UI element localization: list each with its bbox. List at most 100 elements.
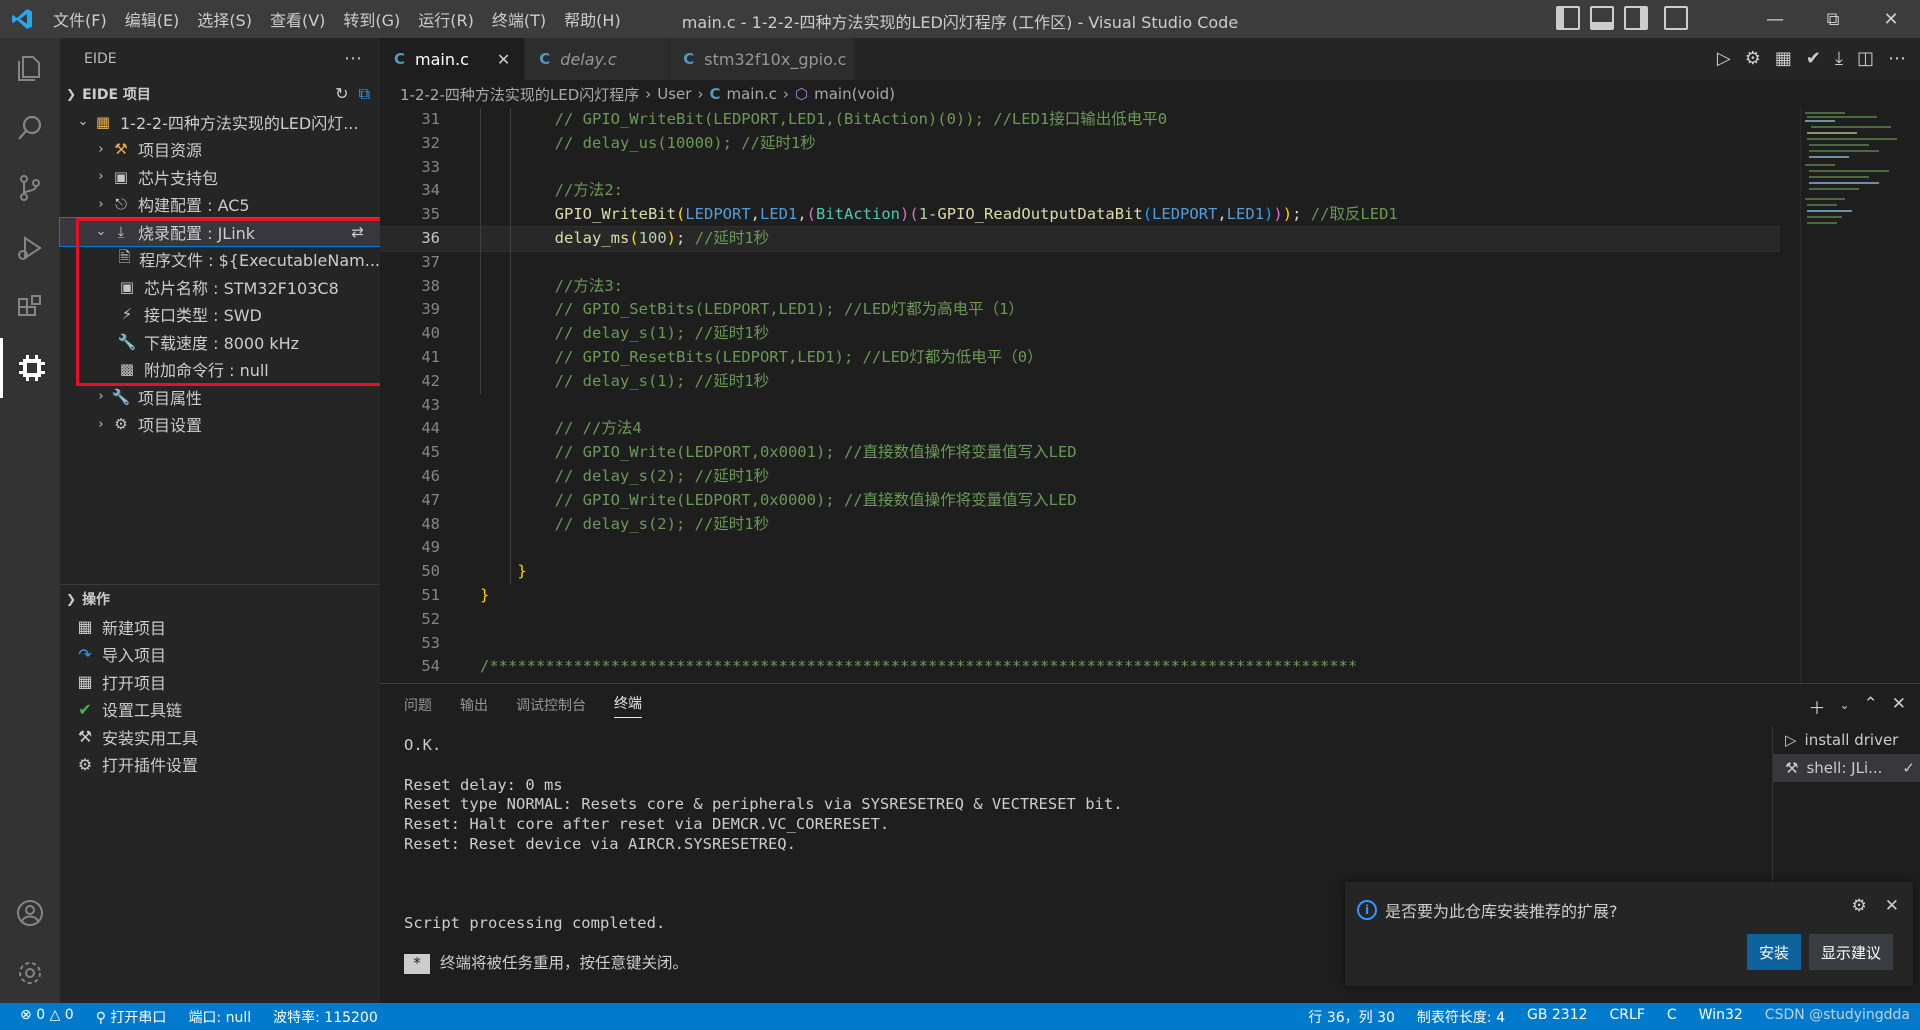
- code-line[interactable]: 50 }: [380, 560, 1780, 584]
- op-open-settings[interactable]: ⚙ 打开插件设置: [60, 751, 380, 779]
- code-line[interactable]: 51}: [380, 584, 1780, 608]
- build-gear-icon[interactable]: ⚙: [1745, 48, 1761, 69]
- op-setup-toolchain[interactable]: ✔ 设置工具链: [60, 696, 380, 724]
- breadcrumb-file[interactable]: main.c: [726, 85, 777, 103]
- code-line[interactable]: 38 //方法3:: [380, 275, 1780, 299]
- breadcrumb-folder[interactable]: 1-2-2-四种方法实现的LED闪灯程序: [400, 84, 639, 105]
- line-ending[interactable]: CRLF: [1610, 1007, 1645, 1027]
- tab-problems[interactable]: 问题: [404, 695, 432, 715]
- terminal-item-install-driver[interactable]: ▷ install driver: [1773, 726, 1920, 754]
- new-terminal-icon[interactable]: ＋: [1808, 694, 1825, 719]
- code-line[interactable]: 44 // //方法4: [380, 417, 1780, 441]
- more-actions-icon[interactable]: ⋯: [344, 38, 362, 80]
- more-actions-icon[interactable]: ⋯: [1888, 48, 1906, 69]
- menu-item[interactable]: 转到(G): [334, 7, 409, 31]
- restore-icon[interactable]: ⧉: [1804, 0, 1862, 38]
- split-editor-icon[interactable]: ◫: [1857, 48, 1874, 69]
- tab-output[interactable]: 输出: [460, 695, 488, 715]
- language-mode[interactable]: C: [1667, 1007, 1677, 1027]
- code-line[interactable]: 31 // GPIO_WriteBit(LEDPORT,LED1,(BitAct…: [380, 108, 1780, 132]
- baud-status[interactable]: 波特率: 115200: [273, 1007, 378, 1027]
- operations-header[interactable]: ❯ 操作: [60, 585, 380, 613]
- menu-item[interactable]: 查看(V): [261, 7, 334, 31]
- switch-uploader-icon[interactable]: ⇄: [351, 223, 364, 241]
- terminal-item-shell-jlink[interactable]: ⚒ shell: JLi... ✓: [1773, 754, 1920, 782]
- tree-item-project-attr[interactable]: › 🔧 项目属性: [60, 383, 380, 411]
- burn-extra-cmdline[interactable]: ▩ 附加命令行 : null: [60, 356, 380, 384]
- port-status[interactable]: 端口: null: [188, 1007, 251, 1027]
- close-window-icon[interactable]: ✕: [1862, 0, 1920, 38]
- tab-delay-c[interactable]: C delay.c: [525, 38, 670, 80]
- flash-download-icon[interactable]: ⤓: [1835, 48, 1843, 69]
- code-line[interactable]: 52: [380, 608, 1780, 632]
- code-line[interactable]: 33: [380, 156, 1780, 180]
- platform[interactable]: Win32: [1699, 1007, 1743, 1027]
- op-open-project[interactable]: ▦ 打开项目: [60, 668, 380, 696]
- op-install-utility[interactable]: ⚒ 安装实用工具: [60, 723, 380, 751]
- code-line[interactable]: 39 // GPIO_SetBits(LEDPORT,LED1); //LED灯…: [380, 298, 1780, 322]
- gear-icon[interactable]: ⚙: [1852, 896, 1867, 916]
- burn-program-file[interactable]: 🗎 程序文件 : ${ExecutableNam...: [60, 246, 381, 274]
- code-line[interactable]: 48 // delay_s(2); //延时1秒: [380, 513, 1780, 537]
- code-editor[interactable]: 31 // GPIO_WriteBit(LEDPORT,LED1,(BitAct…: [380, 108, 1780, 683]
- tab-terminal[interactable]: 终端: [614, 693, 642, 718]
- tree-item-project-settings[interactable]: › ⚙ 项目设置: [60, 411, 380, 439]
- toggle-sidebar-icon[interactable]: [1556, 6, 1580, 30]
- breadcrumb-folder[interactable]: User: [657, 85, 691, 103]
- code-line[interactable]: 41 // GPIO_ResetBits(LEDPORT,LED1); //LE…: [380, 346, 1780, 370]
- code-line[interactable]: 47 // GPIO_Write(LEDPORT,0x0000); //直接数值…: [380, 489, 1780, 513]
- project-root[interactable]: ⌄ ▦ 1-2-2-四种方法实现的LED闪灯...: [60, 108, 380, 136]
- chevron-down-icon[interactable]: ⌄: [1839, 698, 1849, 719]
- code-line[interactable]: 35 GPIO_WriteBit(LEDPORT,LED1,(BitAction…: [380, 203, 1780, 227]
- search-icon[interactable]: [0, 98, 60, 158]
- code-line[interactable]: 53: [380, 632, 1780, 656]
- minimize-icon[interactable]: —: [1746, 0, 1804, 38]
- tree-item-resources[interactable]: › ⚒ 项目资源: [60, 136, 380, 164]
- burn-chip-name[interactable]: ▣ 芯片名称 : STM32F103C8: [60, 273, 380, 301]
- op-import-project[interactable]: ↷ 导入项目: [60, 641, 380, 669]
- toggle-secondary-sidebar-icon[interactable]: [1624, 6, 1648, 30]
- extensions-icon[interactable]: [0, 278, 60, 338]
- tree-item-chip-pack[interactable]: › ▣ 芯片支持包: [60, 163, 380, 191]
- burn-interface-type[interactable]: ⚡ 接口类型 : SWD: [60, 301, 380, 329]
- code-line[interactable]: 46 // delay_s(2); //延时1秒: [380, 465, 1780, 489]
- menu-item[interactable]: 终端(T): [483, 7, 555, 31]
- tab-size[interactable]: 制表符长度: 4: [1417, 1007, 1505, 1027]
- code-line[interactable]: 45 // GPIO_Write(LEDPORT,0x0001); //直接数值…: [380, 441, 1780, 465]
- show-recommendations-button[interactable]: 显示建议: [1808, 934, 1893, 970]
- code-line[interactable]: 34 //方法2:: [380, 179, 1780, 203]
- toggle-panel-icon[interactable]: [1590, 6, 1614, 30]
- encoding[interactable]: GB 2312: [1527, 1007, 1588, 1027]
- tab-main-c[interactable]: C main.c ✕: [380, 38, 526, 80]
- clean-icon[interactable]: ✔: [1806, 48, 1821, 69]
- close-panel-icon[interactable]: ✕: [1892, 694, 1906, 719]
- customize-layout-icon[interactable]: [1664, 6, 1688, 30]
- close-notification-icon[interactable]: ✕: [1885, 896, 1899, 916]
- rebuild-icon[interactable]: ▦: [1775, 48, 1792, 69]
- eide-chip-icon[interactable]: [0, 338, 60, 398]
- code-line[interactable]: 37: [380, 251, 1780, 275]
- section-eide-project[interactable]: ❯ EIDE 项目 ↻ ⧉: [60, 80, 380, 108]
- tab-stm32f10x-gpio-c[interactable]: C stm32f10x_gpio.c: [669, 38, 856, 80]
- accounts-icon[interactable]: [0, 883, 60, 943]
- code-line[interactable]: 43: [380, 394, 1780, 418]
- tree-item-burn-config[interactable]: ⌄ ⤓ 烧录配置 : JLink ⇄: [59, 217, 381, 247]
- maximize-panel-icon[interactable]: ⌃: [1864, 694, 1878, 719]
- menu-item[interactable]: 选择(S): [188, 7, 261, 31]
- serial-status[interactable]: ⚲ 打开串口: [96, 1007, 167, 1027]
- menu-item[interactable]: 运行(R): [409, 7, 483, 31]
- cursor-position[interactable]: 行 36，列 30: [1308, 1007, 1395, 1027]
- explorer-icon[interactable]: [0, 38, 60, 98]
- code-line[interactable]: 42 // delay_s(1); //延时1秒: [380, 370, 1780, 394]
- menu-item[interactable]: 帮助(H): [555, 7, 630, 31]
- tree-item-build-config[interactable]: › ⎋ 构建配置 : AC5: [60, 191, 380, 219]
- refresh-icon[interactable]: ↻: [335, 84, 348, 104]
- source-control-icon[interactable]: [0, 158, 60, 218]
- code-line[interactable]: 32 // delay_us(10000); //延时1秒: [380, 132, 1780, 156]
- code-line[interactable]: 40 // delay_s(1); //延时1秒: [380, 322, 1780, 346]
- run-icon[interactable]: ▷: [1717, 48, 1731, 69]
- run-debug-icon[interactable]: [0, 218, 60, 278]
- minimap[interactable]: [1800, 108, 1920, 683]
- close-tab-icon[interactable]: ✕: [497, 50, 510, 69]
- install-button[interactable]: 安装: [1746, 934, 1801, 970]
